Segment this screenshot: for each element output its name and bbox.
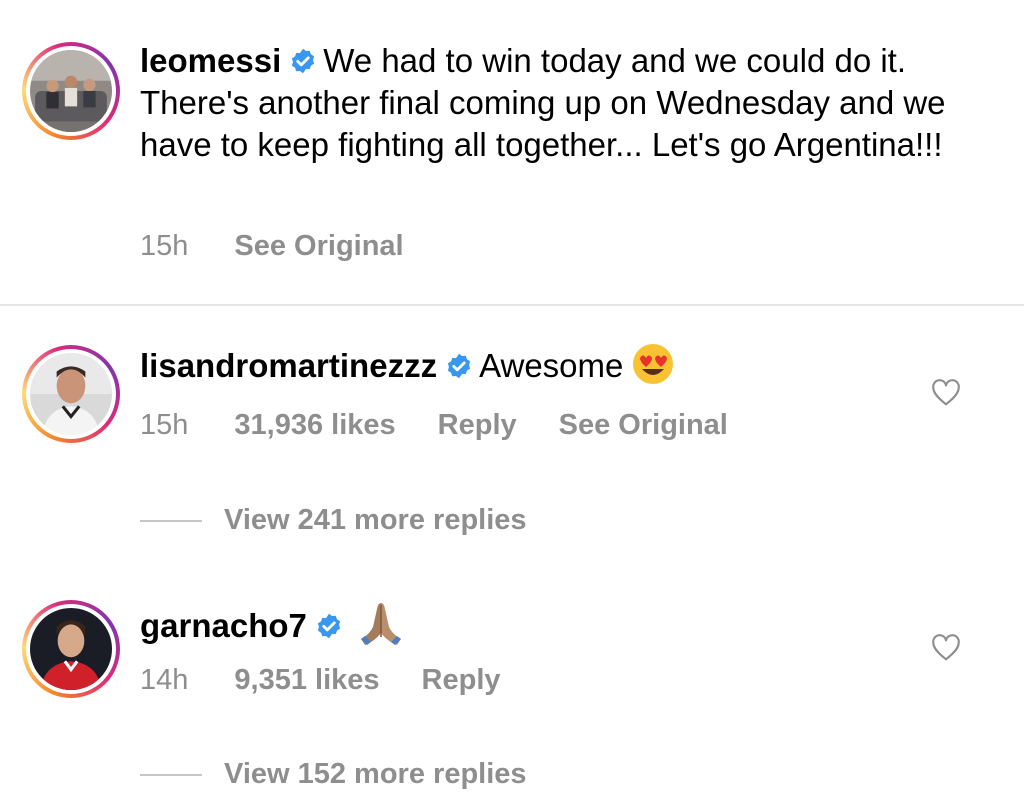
avatar-garnacho7[interactable]: [22, 600, 120, 698]
username-garnacho7[interactable]: garnacho7: [140, 607, 307, 644]
folded-hands-emoji: [360, 603, 401, 645]
view-replies-button[interactable]: View 152 more replies: [140, 758, 527, 791]
like-heart-icon[interactable]: [930, 632, 962, 664]
see-original-link[interactable]: See Original: [559, 409, 728, 441]
reply-button[interactable]: Reply: [422, 664, 501, 696]
timestamp: 15h: [140, 409, 189, 441]
verified-badge-icon: [317, 613, 340, 639]
caption-text: leomessi We had to win today and we could…: [140, 40, 1000, 166]
verified-badge-icon: [447, 353, 471, 379]
avatar-leomessi[interactable]: [22, 42, 120, 140]
avatar-photo-player: [30, 353, 112, 435]
heart-eyes-emoji: [633, 344, 674, 384]
replies-line-divider: [140, 773, 202, 776]
avatar-photo-player: [30, 608, 112, 690]
view-replies-button[interactable]: View 241 more replies: [140, 504, 527, 537]
comment-text: lisandromartinezzz Awesome: [140, 342, 900, 387]
comment-meta: 14h 9,351 likes Reply: [140, 664, 543, 697]
username-leomessi[interactable]: leomessi: [140, 42, 281, 79]
likes-count[interactable]: 9,351 likes: [234, 664, 379, 696]
view-replies-label: View 152 more replies: [224, 758, 527, 790]
divider: [0, 304, 1024, 306]
comment-text: garnacho7: [140, 597, 900, 649]
like-heart-icon[interactable]: [930, 377, 962, 409]
likes-count[interactable]: 31,936 likes: [234, 409, 395, 441]
timestamp: 14h: [140, 664, 189, 696]
see-original-link[interactable]: See Original: [234, 230, 403, 262]
reply-button[interactable]: Reply: [438, 409, 517, 441]
caption-meta: 15h See Original: [140, 230, 446, 263]
avatar-photo-family: [30, 50, 112, 132]
username-lisandromartinezzz[interactable]: lisandromartinezzz: [140, 347, 437, 384]
replies-line-divider: [140, 519, 202, 522]
avatar-lisandromartinezzz[interactable]: [22, 345, 120, 443]
comment-body: Awesome: [479, 347, 624, 384]
timestamp: 15h: [140, 230, 189, 262]
comment-meta: 15h 31,936 likes Reply See Original: [140, 409, 770, 442]
verified-badge-icon: [292, 48, 315, 74]
view-replies-label: View 241 more replies: [224, 504, 527, 536]
